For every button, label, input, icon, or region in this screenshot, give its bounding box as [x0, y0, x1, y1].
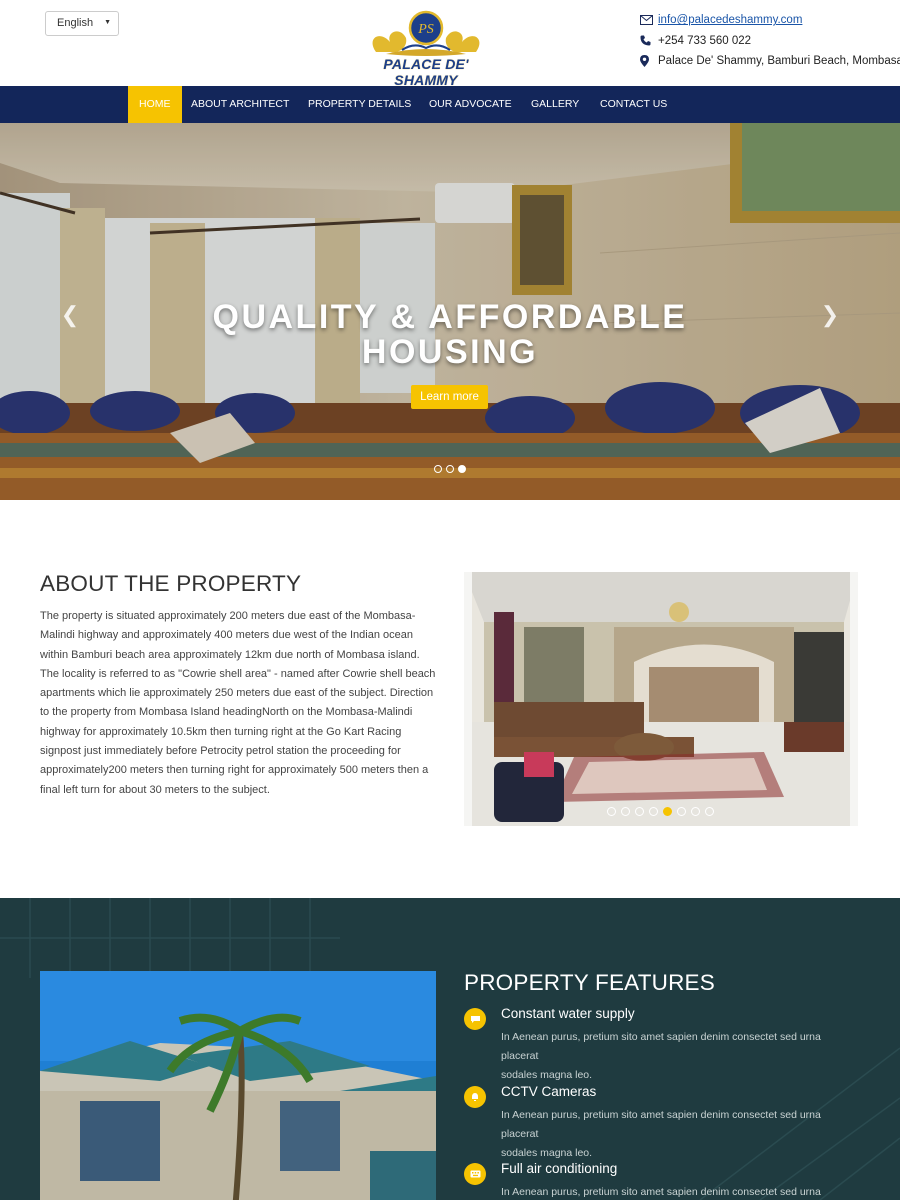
about-line: to the property from Mombasa Island head…: [40, 706, 413, 719]
address-text: Palace De' Shammy, Bamburi Beach, Mombas…: [658, 55, 900, 68]
about-line: The property is situated approximately 2…: [40, 610, 416, 622]
feature-name: Full air conditioning: [501, 1161, 618, 1176]
about-description: The property is situated approximately 2…: [40, 607, 440, 800]
about-line: signpost just immediately before Petroci…: [40, 745, 401, 758]
email-link[interactable]: info@palacedeshammy.com: [658, 14, 802, 26]
living-room-image: [464, 572, 858, 826]
site-header: English ▼ PS PALACE DE' SHAMMY info@pala…: [0, 0, 900, 88]
bell-icon: [464, 1086, 486, 1108]
property-features-section: PROPERTY FEATURES Constant water supply …: [0, 898, 900, 1200]
about-line: Malindi highway and approximately 400 me…: [40, 629, 414, 642]
feature-description: In Aenean purus, pretium sito amet sapie…: [501, 1028, 861, 1085]
hero-title-line1: QUALITY & AFFORDABLE: [212, 298, 688, 336]
map-pin-icon: [640, 54, 655, 68]
carousel-indicator[interactable]: [621, 807, 630, 816]
contact-email-row: info@palacedeshammy.com: [640, 10, 900, 31]
villa-photo: [40, 971, 436, 1200]
hero-title: QUALITY & AFFORDABLE HOUSING: [0, 300, 900, 370]
nav-item-gallery[interactable]: GALLERY: [520, 86, 590, 123]
language-select-value: English: [57, 17, 94, 29]
phone-number: +254 733 560 022: [658, 34, 752, 47]
envelope-icon: [640, 13, 655, 27]
about-line: apartments which lie approximately 250 m…: [40, 687, 434, 700]
feature-description: In Aenean purus, pretium sito amet sapie…: [501, 1183, 861, 1200]
about-line: approximately200 meters then turning rig…: [40, 764, 429, 777]
hero-title-line2: HOUSING: [361, 333, 539, 371]
carousel-indicator[interactable]: [635, 807, 644, 816]
feature-desc-line: In Aenean purus, pretium sito amet sapie…: [501, 1031, 821, 1062]
carousel-indicator[interactable]: [446, 465, 454, 473]
about-title: ABOUT THE PROPERTY: [40, 571, 302, 596]
contact-phone-row: +254 733 560 022: [640, 31, 900, 52]
feature-desc-line: In Aenean purus, pretium sito amet sapie…: [501, 1186, 821, 1198]
feature-name: CCTV Cameras: [501, 1084, 597, 1099]
nav-item-property-details[interactable]: PROPERTY DETAILS: [297, 86, 422, 123]
feature-desc-line: In Aenean purus, pretium sito amet sapie…: [501, 1109, 821, 1140]
contact-address-row: Palace De' Shammy, Bamburi Beach, Mombas…: [640, 51, 900, 72]
about-line: The locality is referred to as "Cowrie s…: [40, 667, 436, 680]
main-nav: HOME ABOUT ARCHITECT PROPERTY DETAILS OU…: [0, 86, 900, 123]
feature-name: Constant water supply: [501, 1006, 635, 1021]
carousel-indicator-active[interactable]: [458, 465, 466, 473]
carousel-indicator[interactable]: [691, 807, 700, 816]
site-logo[interactable]: PS PALACE DE' SHAMMY: [356, 8, 496, 88]
chevron-down-icon: ▼: [104, 19, 111, 26]
chat-icon: [464, 1008, 486, 1030]
about-gallery-carousel: [464, 572, 858, 826]
about-line: highway for approximately 10.5km then tu…: [40, 725, 402, 738]
carousel-indicator[interactable]: [434, 465, 442, 473]
nav-item-home[interactable]: HOME: [128, 86, 182, 123]
keyboard-icon: [464, 1163, 486, 1185]
hero-carousel-indicators: [434, 465, 466, 473]
gallery-carousel-indicators: [607, 807, 714, 816]
about-line: within Bamburi beach area approximately …: [40, 648, 420, 661]
features-title: PROPERTY FEATURES: [464, 970, 715, 995]
carousel-indicator[interactable]: [705, 807, 714, 816]
logo-text: PALACE DE' SHAMMY: [383, 56, 469, 88]
carousel-indicator[interactable]: [677, 807, 686, 816]
carousel-indicator-active[interactable]: [663, 807, 672, 816]
villa-exterior-image: [40, 971, 436, 1200]
feature-description: In Aenean purus, pretium sito amet sapie…: [501, 1106, 861, 1163]
hero-carousel: ❮ ❯ QUALITY & AFFORDABLE HOUSING Learn m…: [0, 123, 900, 500]
nav-item-about-architect[interactable]: ABOUT ARCHITECT: [180, 86, 300, 123]
carousel-indicator[interactable]: [607, 807, 616, 816]
nav-item-contact-us[interactable]: CONTACT US: [589, 86, 678, 123]
language-select[interactable]: English ▼: [45, 11, 119, 36]
learn-more-button[interactable]: Learn more: [411, 385, 488, 409]
logo-monogram: PS: [417, 22, 434, 37]
feature-desc-line: sodales magna leo.: [501, 1069, 593, 1081]
phone-icon: [640, 34, 655, 48]
about-line: final left turn for about 30 meters to t…: [40, 783, 270, 796]
nav-item-our-advocate[interactable]: OUR ADVOCATE: [418, 86, 523, 123]
carousel-indicator[interactable]: [649, 807, 658, 816]
contact-info: info@palacedeshammy.com +254 733 560 022…: [640, 10, 900, 72]
